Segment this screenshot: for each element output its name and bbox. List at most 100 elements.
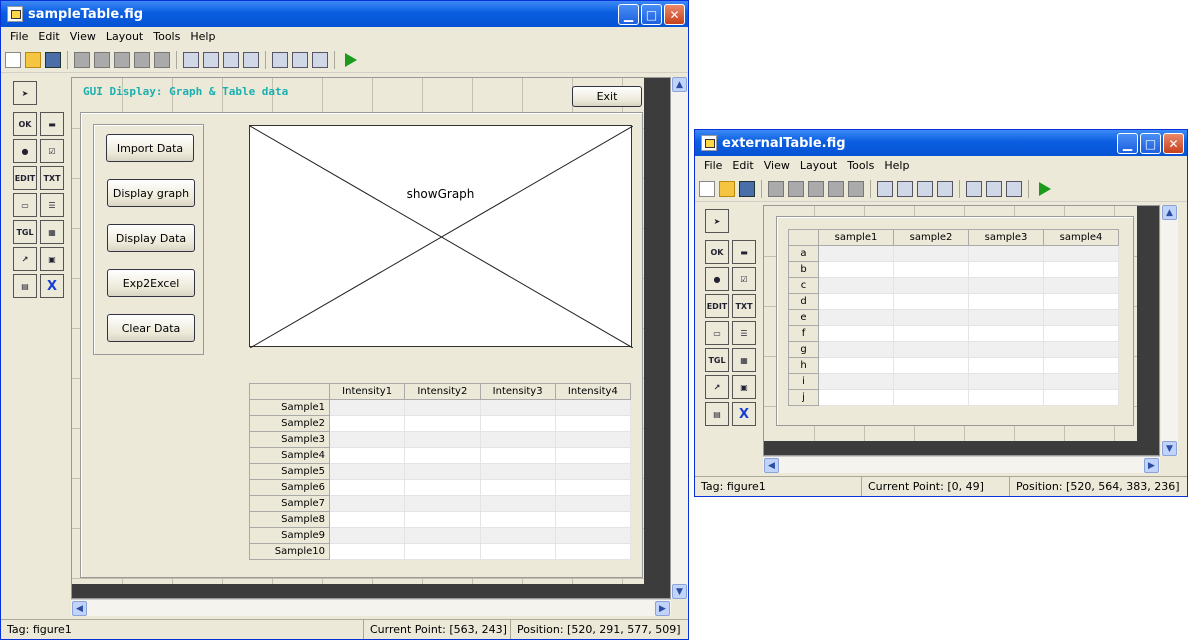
minimize-button[interactable]: ▁ xyxy=(1117,133,1138,154)
pushbutton-icon[interactable]: OK xyxy=(13,112,37,136)
column-header[interactable]: Intensity2 xyxy=(404,383,481,400)
exp2excel-button[interactable]: Exp2Excel xyxy=(107,269,195,297)
undo-icon[interactable] xyxy=(134,51,150,68)
checkbox-icon[interactable]: ☑ xyxy=(40,139,64,163)
close-button[interactable]: ✕ xyxy=(1163,133,1184,154)
table-row[interactable]: f xyxy=(788,325,1119,342)
layout-canvas[interactable]: GUI Display: Graph & Table data Exit Imp… xyxy=(71,77,671,599)
radiobutton-icon[interactable]: ● xyxy=(705,267,729,291)
table-icon[interactable]: ▦ xyxy=(40,220,64,244)
new-icon[interactable] xyxy=(699,180,715,197)
clear-data-button[interactable]: Clear Data xyxy=(107,314,195,342)
tab-order-icon[interactable] xyxy=(223,51,239,68)
property-inspector-icon[interactable] xyxy=(986,180,1002,197)
tab-order-icon[interactable] xyxy=(917,180,933,197)
activex-icon[interactable]: X xyxy=(732,402,756,426)
scroll-down-icon[interactable]: ▼ xyxy=(1162,441,1177,456)
table-row[interactable]: Sample4 xyxy=(249,447,632,464)
open-icon[interactable] xyxy=(25,51,41,68)
cut-icon[interactable] xyxy=(768,180,784,197)
table-row[interactable]: d xyxy=(788,293,1119,310)
popup-menu-icon[interactable]: ▭ xyxy=(13,193,37,217)
maximize-button[interactable]: □ xyxy=(641,4,662,25)
menu-view[interactable]: View xyxy=(65,28,101,46)
scroll-up-icon[interactable]: ▲ xyxy=(1162,205,1177,220)
button-group-icon[interactable]: ▤ xyxy=(705,402,729,426)
column-header[interactable]: Intensity4 xyxy=(554,383,632,400)
radiobutton-icon[interactable]: ● xyxy=(13,139,37,163)
column-header[interactable]: sample2 xyxy=(893,229,969,246)
title-bar[interactable]: sampleTable.fig ▁ □ ✕ xyxy=(1,1,688,27)
edit-text-icon[interactable]: EDIT xyxy=(13,166,37,190)
table-row[interactable]: Sample2 xyxy=(249,415,632,432)
column-header[interactable]: Intensity1 xyxy=(328,383,406,400)
copy-icon[interactable] xyxy=(94,51,110,68)
column-header[interactable]: sample1 xyxy=(818,229,894,246)
scroll-left-icon[interactable]: ◀ xyxy=(764,458,779,473)
table-row[interactable]: Sample1 xyxy=(249,399,632,416)
vertical-scrollbar[interactable]: ▲ ▼ xyxy=(671,77,688,599)
paste-icon[interactable] xyxy=(114,51,130,68)
run-icon[interactable] xyxy=(1039,181,1051,196)
layout-canvas[interactable]: sample1 sample2 sample3 sample4 a b c d … xyxy=(763,205,1160,456)
scroll-left-icon[interactable]: ◀ xyxy=(72,601,87,616)
editor-icon[interactable] xyxy=(272,51,288,68)
import-data-button[interactable]: Import Data xyxy=(106,134,194,162)
menu-editor-icon[interactable] xyxy=(897,180,913,197)
menu-tools[interactable]: Tools xyxy=(842,157,879,175)
static-text-icon[interactable]: TXT xyxy=(732,294,756,318)
table-row[interactable]: c xyxy=(788,277,1119,294)
activex-icon[interactable]: X xyxy=(40,274,64,298)
scroll-right-icon[interactable]: ▶ xyxy=(655,601,670,616)
menu-tools[interactable]: Tools xyxy=(148,28,185,46)
table-row[interactable]: e xyxy=(788,309,1119,326)
axes-icon[interactable]: ↗ xyxy=(705,375,729,399)
column-header[interactable]: Intensity3 xyxy=(479,383,556,400)
copy-icon[interactable] xyxy=(788,180,804,197)
table-row[interactable]: i xyxy=(788,373,1119,390)
save-icon[interactable] xyxy=(45,51,61,68)
panel-icon[interactable]: ▣ xyxy=(40,247,64,271)
object-browser-icon[interactable] xyxy=(1006,180,1022,197)
open-icon[interactable] xyxy=(719,180,735,197)
external-table[interactable]: sample1 sample2 sample3 sample4 a b c d … xyxy=(788,229,1119,406)
edit-text-icon[interactable]: EDIT xyxy=(705,294,729,318)
table-row[interactable]: Sample7 xyxy=(249,495,632,512)
new-icon[interactable] xyxy=(5,51,21,68)
static-text-icon[interactable]: TXT xyxy=(40,166,64,190)
display-data-button[interactable]: Display Data xyxy=(107,224,195,252)
property-inspector-icon[interactable] xyxy=(292,51,308,68)
redo-icon[interactable] xyxy=(154,51,170,68)
horizontal-scrollbar[interactable]: ◀ ▶ xyxy=(763,456,1160,473)
scroll-down-icon[interactable]: ▼ xyxy=(672,584,687,599)
pointer-icon[interactable]: ➤ xyxy=(705,209,729,233)
menu-view[interactable]: View xyxy=(759,157,795,175)
table-row[interactable]: Sample6 xyxy=(249,479,632,496)
table-row[interactable]: h xyxy=(788,357,1119,374)
toolbar-editor-icon[interactable] xyxy=(937,180,953,197)
table-row[interactable]: Sample8 xyxy=(249,511,632,528)
show-graph-axes[interactable]: showGraph xyxy=(249,125,633,348)
undo-icon[interactable] xyxy=(828,180,844,197)
menu-help[interactable]: Help xyxy=(879,157,914,175)
table-icon[interactable]: ▦ xyxy=(732,348,756,372)
listbox-icon[interactable]: ☰ xyxy=(40,193,64,217)
popup-menu-icon[interactable]: ▭ xyxy=(705,321,729,345)
menu-help[interactable]: Help xyxy=(185,28,220,46)
align-icon[interactable] xyxy=(877,180,893,197)
close-button[interactable]: ✕ xyxy=(664,4,685,25)
align-icon[interactable] xyxy=(183,51,199,68)
toggle-button-icon[interactable]: TGL xyxy=(705,348,729,372)
table-row[interactable]: Sample9 xyxy=(249,527,632,544)
table-row[interactable]: Sample10 xyxy=(249,543,632,560)
table-row[interactable]: a xyxy=(788,245,1119,262)
table-row[interactable]: Sample3 xyxy=(249,431,632,448)
menu-file[interactable]: File xyxy=(699,157,727,175)
minimize-button[interactable]: ▁ xyxy=(618,4,639,25)
menu-layout[interactable]: Layout xyxy=(795,157,842,175)
toolbar-editor-icon[interactable] xyxy=(243,51,259,68)
menu-layout[interactable]: Layout xyxy=(101,28,148,46)
pushbutton-icon[interactable]: OK xyxy=(705,240,729,264)
toggle-button-icon[interactable]: TGL xyxy=(13,220,37,244)
intensity-table[interactable]: Intensity1 Intensity2 Intensity3 Intensi… xyxy=(249,383,632,560)
